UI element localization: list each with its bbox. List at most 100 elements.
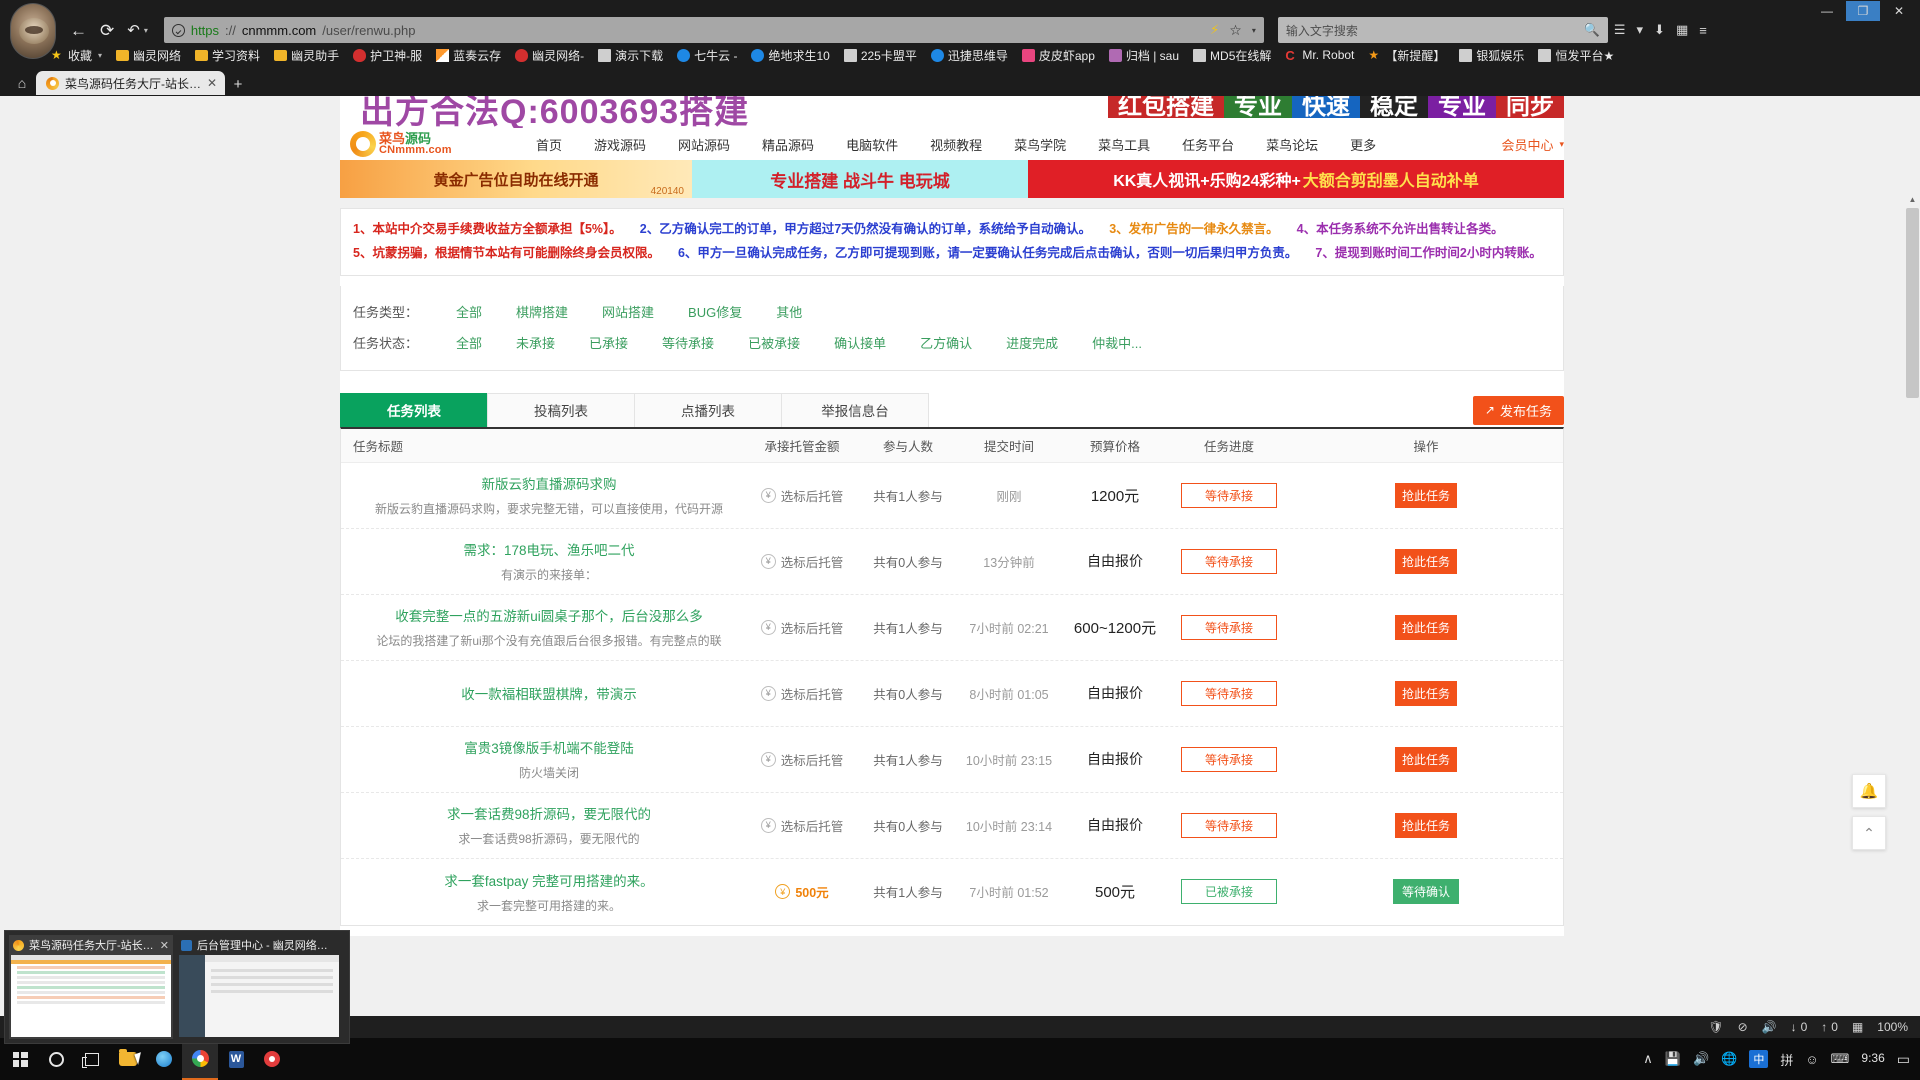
site-logo[interactable]: 菜鸟源码 CNmmm.com [350, 131, 520, 157]
filter-type-0[interactable]: 全部 [439, 302, 499, 321]
banner-golden-ad[interactable]: 黄金广告位自助在线开通 420140 [340, 160, 692, 198]
banner-build[interactable]: 专业搭建 战斗牛 电玩城 [692, 160, 1028, 198]
task-title-link[interactable]: 求一套话费98折源码，要无限代的 [447, 803, 651, 823]
nav-item-vip[interactable]: 会员中心 [1485, 135, 1559, 154]
bookmark-item-17[interactable]: 银狐娱乐 [1452, 45, 1531, 65]
cortana-search-button[interactable] [38, 1038, 74, 1080]
chevron-down-icon-2[interactable]: ▾ [1637, 22, 1644, 38]
bookmark-item-2[interactable]: 学习资料 [188, 45, 267, 65]
tab-close-icon[interactable]: ✕ [207, 76, 217, 90]
bookmark-item-13[interactable]: 归档 | sau [1102, 45, 1186, 65]
action-button[interactable]: 抢此任务 [1395, 614, 1457, 640]
filter-status-5[interactable]: 确认接单 [817, 333, 903, 352]
bookmark-item-16[interactable]: ★ 【新提醒】 [1361, 45, 1452, 65]
taskbar-chrome[interactable] [182, 1038, 218, 1080]
notification-center-icon[interactable]: ▭ [1897, 1051, 1910, 1068]
notification-bell-icon[interactable]: 🔔 [1852, 774, 1886, 808]
bookmark-item-5[interactable]: 蓝奏云存 [429, 45, 508, 65]
task-title-link[interactable]: 收套完整一点的五游新ui圆桌子那个，后台没那么多 [395, 605, 703, 625]
bookmark-star-icon[interactable]: ☆ [1229, 22, 1242, 39]
start-button[interactable] [2, 1038, 38, 1080]
search-icon[interactable]: 🔍 [1584, 22, 1600, 38]
tab-2[interactable]: 点播列表 [634, 392, 782, 427]
nav-item-3[interactable]: 精品源码 [746, 135, 830, 154]
filter-status-6[interactable]: 乙方确认 [903, 333, 989, 352]
task-title-link[interactable]: 求一套fastpay 完整可用搭建的来。 [444, 870, 653, 890]
bookmark-item-18[interactable]: 恒发平台★ [1531, 45, 1621, 65]
home-icon[interactable]: ⌂ [8, 71, 36, 95]
action-button[interactable]: 抢此任务 [1395, 812, 1457, 838]
block-icon[interactable]: ⊘ [1738, 1020, 1748, 1034]
nav-item-1[interactable]: 游戏源码 [578, 135, 662, 154]
filter-status-0[interactable]: 全部 [439, 333, 499, 352]
list-icon[interactable]: ≡ [1699, 23, 1707, 38]
menu-icon[interactable]: ☰ [1614, 22, 1626, 38]
new-tab-button[interactable]: + [225, 73, 251, 95]
bookmark-item-7[interactable]: 演示下载 [591, 45, 670, 65]
action-button[interactable]: 等待确认 [1393, 879, 1459, 904]
filter-type-4[interactable]: 其他 [759, 302, 819, 321]
taskbar-internet-explorer[interactable] [146, 1038, 182, 1080]
progress-button[interactable]: 等待承接 [1181, 614, 1277, 640]
chevron-down-icon[interactable]: ▾ [98, 51, 102, 60]
task-title-link[interactable]: 需求：178电玩、渔乐吧二代 [463, 539, 634, 559]
filter-status-8[interactable]: 仲裁中... [1075, 333, 1159, 352]
scroll-up-arrow[interactable]: ▲ [1905, 192, 1920, 207]
bookmark-item-12[interactable]: 皮皮虾app [1015, 45, 1102, 65]
back-icon[interactable]: ← [70, 22, 87, 39]
scrollbar-thumb[interactable] [1906, 208, 1919, 398]
progress-button[interactable]: 已被承接 [1181, 879, 1277, 904]
bookmark-item-15[interactable]: C Mr. Robot [1278, 45, 1361, 65]
filter-status-2[interactable]: 已承接 [572, 333, 645, 352]
preview-item-1[interactable]: 后台管理中心 - 幽灵网络的测… [177, 935, 341, 1039]
nav-item-8[interactable]: 任务平台 [1166, 135, 1250, 154]
banner-kk[interactable]: KK真人视讯+乐购24彩种+ 大额合剪刮墨人自动补单 [1028, 160, 1564, 198]
nav-item-4[interactable]: 电脑软件 [830, 135, 914, 154]
progress-button[interactable]: 等待承接 [1181, 482, 1277, 508]
nav-item-10[interactable]: 更多 [1334, 135, 1392, 154]
nav-item-2[interactable]: 网站源码 [662, 135, 746, 154]
task-view-button[interactable] [74, 1038, 110, 1080]
task-title-link[interactable]: 富贵3镜像版手机端不能登陆 [464, 737, 634, 757]
grid-icon[interactable]: ▦ [1852, 1020, 1863, 1034]
search-input[interactable]: 输入文字搜索 🔍 [1277, 17, 1608, 43]
tray-network-icon[interactable]: 🌐 [1721, 1051, 1737, 1067]
tab-1[interactable]: 投稿列表 [487, 392, 635, 427]
chevron-down-icon[interactable]: ▾ [1559, 139, 1564, 150]
tab-0[interactable]: 任务列表 [340, 392, 488, 427]
zoom-level[interactable]: 100% [1877, 1020, 1908, 1034]
progress-button[interactable]: 等待承接 [1181, 812, 1277, 838]
filter-status-1[interactable]: 未承接 [499, 333, 572, 352]
filter-status-3[interactable]: 等待承接 [645, 333, 731, 352]
clock[interactable]: 9:36 [1861, 1052, 1884, 1065]
bookmark-item-3[interactable]: 幽灵助手 [267, 45, 346, 65]
history-caret-icon[interactable]: ▾ [144, 26, 148, 35]
ime-emoji-icon[interactable]: ☺ [1805, 1052, 1818, 1067]
back-to-top-icon[interactable]: ⌃ [1852, 816, 1886, 850]
nav-item-0[interactable]: 首页 [520, 135, 578, 154]
page-scrollbar[interactable]: ▲ [1905, 192, 1920, 1038]
preview-close-icon[interactable]: ✕ [160, 939, 169, 952]
nav-item-5[interactable]: 视频教程 [914, 135, 998, 154]
progress-button[interactable]: 等待承接 [1181, 680, 1277, 706]
taskbar-word[interactable]: W [218, 1038, 254, 1080]
action-button[interactable]: 抢此任务 [1395, 746, 1457, 772]
tab-3[interactable]: 举报信息台 [781, 392, 929, 427]
filter-status-7[interactable]: 进度完成 [989, 333, 1075, 352]
action-button[interactable]: 抢此任务 [1395, 680, 1457, 706]
bookmark-item-0[interactable]: ★ 收藏 ▾ [44, 45, 109, 65]
bookmark-item-11[interactable]: 迅捷思维导 [924, 45, 1015, 65]
action-button[interactable]: 抢此任务 [1395, 548, 1457, 574]
bookmark-item-4[interactable]: 护卫神-服 [346, 45, 429, 65]
publish-task-button[interactable]: ↗ 发布任务 [1472, 395, 1564, 425]
bookmark-item-9[interactable]: 绝地求生10 [744, 45, 836, 65]
tray-expand-icon[interactable]: ∧ [1643, 1051, 1653, 1067]
filter-type-3[interactable]: BUG修复 [671, 302, 759, 321]
nav-item-6[interactable]: 菜鸟学院 [998, 135, 1082, 154]
filter-type-1[interactable]: 棋牌搭建 [499, 302, 585, 321]
taskbar-music[interactable] [254, 1038, 290, 1080]
task-title-link[interactable]: 新版云豹直播源码求购 [482, 473, 617, 493]
browser-tab-active[interactable]: 菜鸟源码任务大厅-站长… ✕ [36, 71, 226, 95]
nav-item-7[interactable]: 菜鸟工具 [1082, 135, 1166, 154]
task-title-link[interactable]: 收一款褔相联盟棋牌，带演示 [461, 683, 637, 703]
